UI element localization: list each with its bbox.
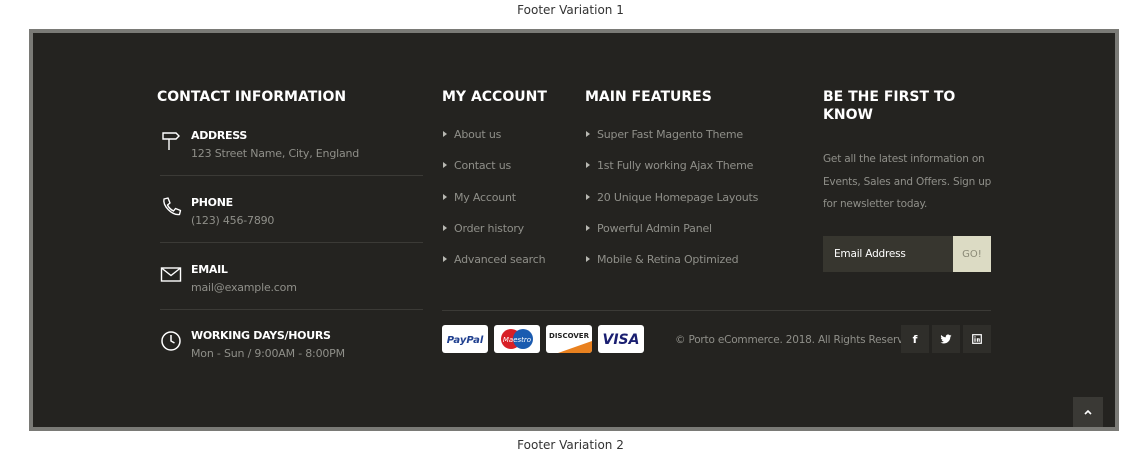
footer-link[interactable]: About us (443, 128, 545, 159)
contact-value: Mon - Sun / 9:00AM - 8:00PM (191, 347, 345, 360)
chevron-up-icon (1084, 409, 1092, 415)
features-links: Super Fast Magento Theme 1st Fully worki… (586, 128, 758, 284)
twitter-button[interactable] (932, 325, 960, 353)
subscribe-button[interactable]: GO! (953, 236, 991, 272)
caret-right-icon (443, 193, 447, 200)
twitter-icon (940, 334, 952, 343)
contact-value: (123) 456-7890 (191, 214, 275, 227)
contact-label: WORKING DAYS/HOURS (191, 329, 331, 342)
linkedin-icon (972, 334, 982, 344)
caret-right-icon (443, 256, 447, 263)
footer-link[interactable]: 20 Unique Homepage Layouts (586, 191, 758, 222)
footer-link[interactable]: My Account (443, 191, 545, 222)
visa-card: VISA (598, 325, 644, 353)
caret-right-icon (586, 131, 590, 137)
facebook-button[interactable]: f (901, 325, 929, 353)
maestro-card: Maestro (494, 325, 540, 353)
divider (160, 309, 423, 310)
copyright-text: © Porto eCommerce. 2018. All Rights Rese… (675, 334, 916, 346)
envelope-icon (160, 263, 182, 285)
footer-link[interactable]: 1st Fully working Ajax Theme (586, 159, 758, 190)
contact-label: EMAIL (191, 263, 228, 276)
signpost-icon (160, 129, 182, 151)
divider (160, 175, 423, 176)
visa-logo-text: VISA (603, 332, 640, 348)
linkedin-button[interactable] (963, 325, 991, 353)
account-links: About us Contact us My Account Order his… (443, 128, 546, 284)
divider (442, 310, 991, 311)
divider (160, 242, 423, 243)
phone-icon (160, 196, 182, 218)
caret-right-icon (586, 256, 590, 263)
discover-card: DISCOVER (546, 325, 592, 353)
footer-link[interactable]: Contact us (443, 159, 545, 190)
footer-link[interactable]: Advanced search (443, 253, 546, 284)
footer-link[interactable]: Order history (443, 222, 545, 253)
email-field-wrapper (823, 236, 953, 272)
caret-right-icon (586, 193, 590, 200)
clock-icon (160, 329, 182, 351)
caret-right-icon (443, 162, 447, 169)
email-field[interactable] (823, 236, 953, 272)
contact-label: ADDRESS (191, 129, 248, 142)
account-heading: MY ACCOUNT (442, 89, 547, 105)
newsletter-heading-line1: BE THE FIRST TO (823, 89, 956, 105)
contact-value: 123 Street Name, City, England (191, 147, 360, 160)
footer-link[interactable]: Mobile & Retina Optimized (586, 253, 758, 284)
paypal-card: PayPal (442, 325, 488, 353)
discover-logo-text: DISCOVER (549, 332, 590, 340)
features-heading: MAIN FEATURES (585, 89, 712, 105)
newsletter-heading-line2: KNOW (823, 107, 873, 123)
newsletter-description: Get all the latest information on Events… (823, 153, 992, 210)
footer-link[interactable]: Powerful Admin Panel (586, 222, 758, 253)
footer-variation-caption-top: Footer Variation 1 (517, 3, 624, 17)
facebook-icon: f (912, 332, 918, 346)
caret-right-icon (443, 131, 447, 137)
caret-right-icon (443, 224, 447, 231)
caret-right-icon (586, 224, 590, 231)
contact-value: mail@example.com (191, 281, 297, 294)
maestro-logo-text: Maestro (503, 336, 531, 344)
paypal-logo-text: PayPal (447, 335, 484, 346)
caret-right-icon (586, 162, 590, 169)
footer-preview: CONTACT INFORMATION ADDRESS 123 Street N… (29, 29, 1119, 431)
contact-label: PHONE (191, 196, 233, 209)
contact-heading: CONTACT INFORMATION (157, 89, 347, 105)
scroll-to-top-button[interactable] (1073, 397, 1103, 427)
footer-link[interactable]: Super Fast Magento Theme (586, 128, 758, 159)
footer-variation-caption-bottom: Footer Variation 2 (517, 438, 624, 450)
